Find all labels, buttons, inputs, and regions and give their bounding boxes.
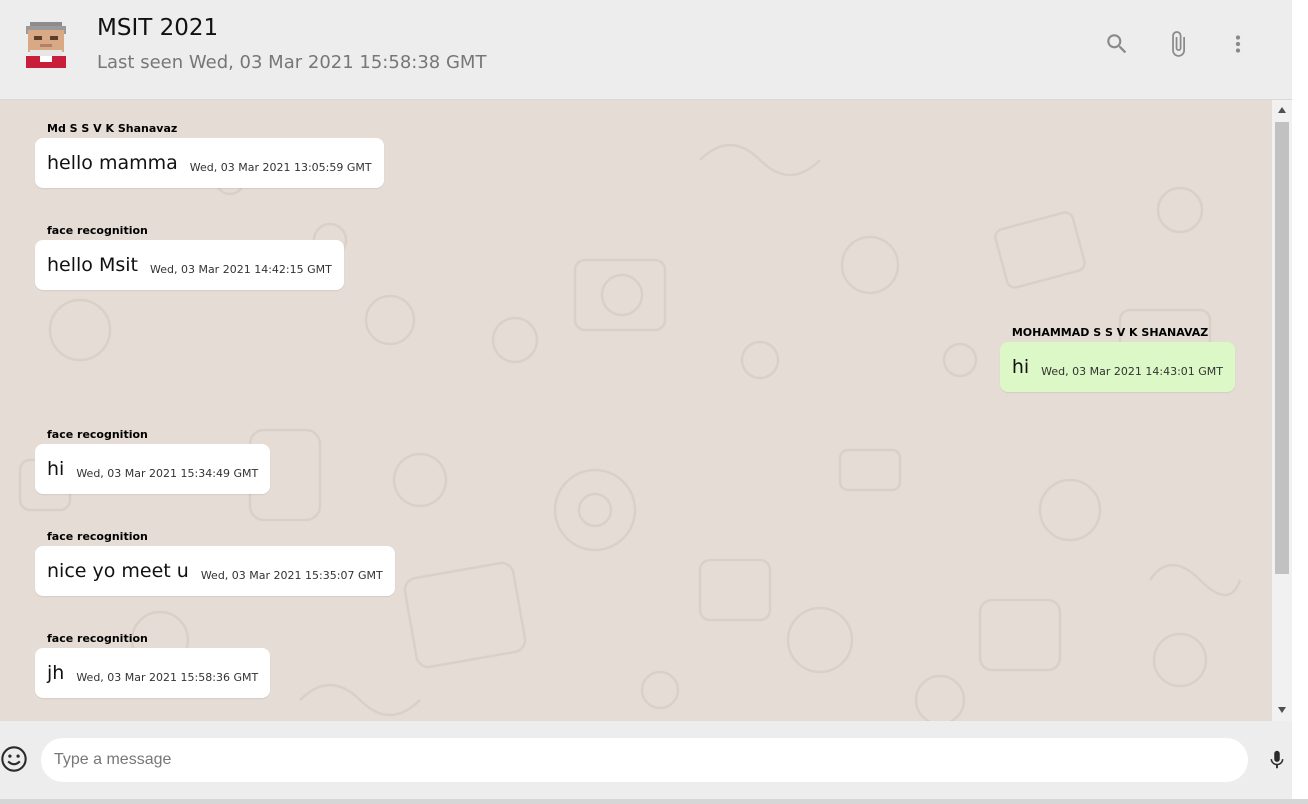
- scroll-down-arrow[interactable]: [1272, 702, 1292, 718]
- message-sender: Md S S V K Shanavaz: [47, 122, 178, 135]
- message-text: jh: [47, 662, 65, 684]
- message-sender: MOHAMMAD S S V K SHANAVAZ: [1011, 326, 1209, 339]
- message-list[interactable]: Md S S V K Shanavaz hello mamma Wed, 03 …: [0, 100, 1272, 721]
- attach-button[interactable]: [1162, 28, 1194, 60]
- message-item: face recognition hi Wed, 03 Mar 2021 15:…: [35, 428, 271, 494]
- message-time: Wed, 03 Mar 2021 15:58:36 GMT: [76, 671, 259, 684]
- message-item: face recognition nice yo meet u Wed, 03 …: [35, 530, 395, 596]
- message-item: Md S S V K Shanavaz hello mamma Wed, 03 …: [35, 122, 384, 188]
- mic-icon: [1270, 750, 1284, 769]
- message-text: hello mamma: [47, 152, 178, 174]
- message-time: Wed, 03 Mar 2021 15:34:49 GMT: [76, 467, 259, 480]
- message-bubble[interactable]: jh Wed, 03 Mar 2021 15:58:36 GMT: [35, 648, 271, 698]
- message-time: Wed, 03 Mar 2021 14:43:01 GMT: [1041, 365, 1223, 378]
- avatar[interactable]: [24, 20, 68, 70]
- chat-title: MSIT 2021: [97, 15, 219, 41]
- search-icon: [1107, 34, 1127, 54]
- message-item: face recognition jh Wed, 03 Mar 2021 15:…: [35, 632, 271, 698]
- message-sender: face recognition: [47, 632, 148, 645]
- message-time: Wed, 03 Mar 2021 14:42:15 GMT: [149, 263, 332, 276]
- more-vert-icon: [1235, 35, 1241, 53]
- message-bubble[interactable]: hi Wed, 03 Mar 2021 15:34:49 GMT: [35, 444, 271, 494]
- message-time: Wed, 03 Mar 2021 13:05:59 GMT: [189, 161, 372, 174]
- attach-icon: [1172, 31, 1185, 57]
- message-text: hi: [47, 458, 65, 480]
- message-sender: face recognition: [47, 530, 148, 543]
- mic-button[interactable]: [1264, 745, 1290, 775]
- message-item-own: MOHAMMAD S S V K SHANAVAZ hi Wed, 03 Mar…: [999, 326, 1235, 392]
- chat-window: MSIT 2021 Last seen Wed, 03 Mar 2021 15:…: [0, 0, 1308, 804]
- message-sender: face recognition: [47, 224, 148, 237]
- message-bubble[interactable]: nice yo meet u Wed, 03 Mar 2021 15:35:07…: [35, 546, 395, 596]
- emoji-button[interactable]: [0, 745, 28, 773]
- message-bubble-own[interactable]: hi Wed, 03 Mar 2021 14:43:01 GMT: [999, 342, 1235, 392]
- message-text: hello Msit: [47, 254, 138, 276]
- message-text: nice yo meet u: [47, 560, 189, 582]
- message-bubble[interactable]: hello mamma Wed, 03 Mar 2021 13:05:59 GM…: [35, 138, 384, 188]
- menu-button[interactable]: [1222, 28, 1254, 60]
- scroll-thumb[interactable]: [1275, 122, 1289, 574]
- message-sender: face recognition: [47, 428, 148, 441]
- chat-header: MSIT 2021 Last seen Wed, 03 Mar 2021 15:…: [0, 0, 1292, 100]
- triangle-up-icon: [1278, 107, 1286, 113]
- message-item: face recognition hello Msit Wed, 03 Mar …: [35, 224, 344, 290]
- search-button[interactable]: [1101, 28, 1133, 60]
- message-bubble[interactable]: hello Msit Wed, 03 Mar 2021 14:42:15 GMT: [35, 240, 344, 290]
- message-text: hi: [1011, 356, 1030, 378]
- window-bottom-edge: [0, 799, 1308, 804]
- pixel-avatar-icon: [26, 22, 66, 68]
- message-time: Wed, 03 Mar 2021 15:35:07 GMT: [200, 569, 383, 582]
- emoji-icon: [1, 746, 27, 772]
- scroll-up-arrow[interactable]: [1272, 102, 1292, 118]
- message-input[interactable]: [41, 738, 1248, 782]
- message-composer: [0, 721, 1292, 799]
- last-seen-status: Last seen Wed, 03 Mar 2021 15:58:38 GMT: [97, 52, 487, 73]
- triangle-down-icon: [1278, 707, 1286, 713]
- doodle-background: [18, 143, 1242, 721]
- chat-scrollbar[interactable]: [1272, 100, 1292, 721]
